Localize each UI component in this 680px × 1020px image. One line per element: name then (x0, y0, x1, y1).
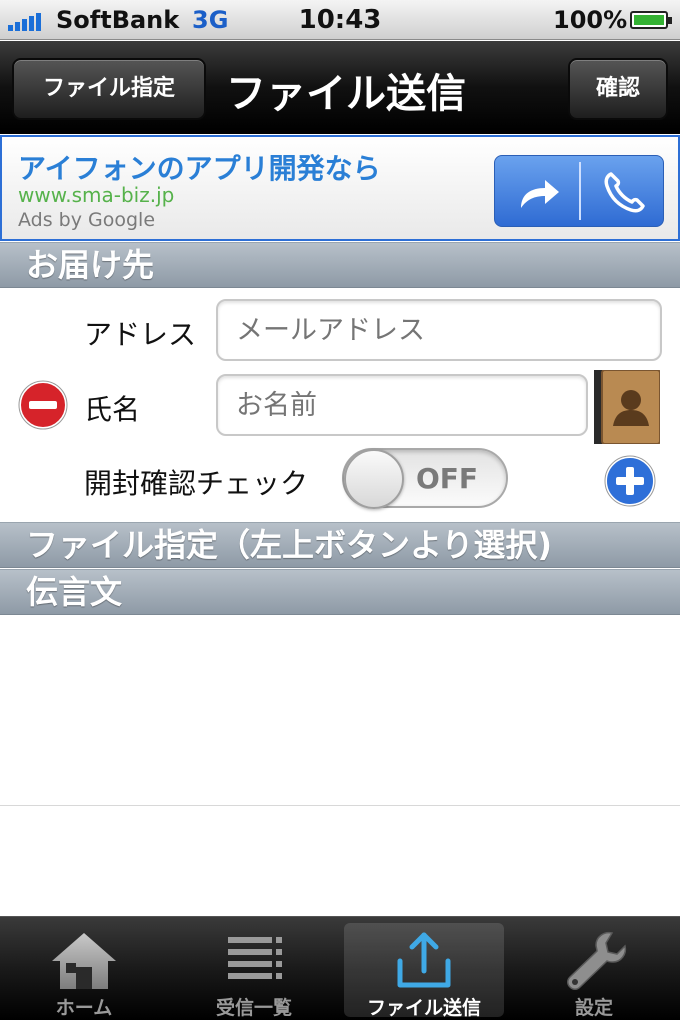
file-select-button[interactable]: ファイル指定 (12, 58, 206, 120)
upload-icon (384, 927, 464, 991)
page-title: ファイル送信 (226, 71, 466, 117)
name-label: 氏名 (84, 393, 141, 426)
tab-inbox-label: 受信一覧 (215, 997, 292, 1019)
message-textarea[interactable] (0, 616, 680, 806)
ad-url[interactable]: www.sma-biz.jp (18, 183, 174, 207)
tab-settings[interactable]: 設定 (514, 923, 674, 1019)
tab-home[interactable]: ホーム (4, 923, 164, 1019)
address-label: アドレス (84, 318, 197, 351)
ad-banner[interactable]: アイフォンのアプリ開発なら www.sma-biz.jp Ads by Goog… (0, 135, 680, 241)
status-bar: SoftBank 3G 10:43 100% (0, 0, 680, 40)
phone-icon[interactable] (583, 164, 663, 220)
name-field[interactable] (216, 374, 588, 436)
tab-inbox[interactable]: 受信一覧 (174, 923, 334, 1019)
ad-attribution: Ads by Google (18, 209, 156, 231)
tab-send-file[interactable]: ファイル送信 (344, 923, 504, 1019)
ad-title[interactable]: アイフォンのアプリ開発なら (18, 147, 381, 187)
tab-bar: ホーム 受信一覧 ファイル送信 設定 (0, 916, 680, 1020)
navigation-bar: ファイル指定 ファイル送信 確認 (0, 41, 680, 134)
toggle-state: OFF (416, 462, 479, 495)
list-icon (214, 927, 294, 991)
section-recipient: お届け先 (0, 242, 680, 288)
ad-actions (494, 155, 664, 227)
tab-home-label: ホーム (55, 997, 113, 1019)
home-icon (44, 927, 124, 991)
add-icon[interactable] (604, 455, 656, 507)
toggle-knob (344, 449, 404, 509)
section-file: ファイル指定（左上ボタンより選択) (0, 522, 680, 568)
share-arrow-icon[interactable] (499, 164, 579, 220)
wrench-icon (554, 927, 634, 991)
address-book-icon[interactable] (594, 369, 661, 445)
battery-percent: 100% (553, 6, 628, 34)
delete-icon[interactable] (18, 380, 68, 430)
confirm-button[interactable]: 確認 (568, 58, 668, 120)
battery-icon (630, 11, 672, 29)
email-field[interactable] (216, 299, 662, 361)
section-message: 伝言文 (0, 569, 680, 615)
read-check-label: 開封確認チェック (84, 467, 309, 500)
tab-settings-label: 設定 (574, 997, 613, 1019)
tab-send-file-label: ファイル送信 (366, 997, 481, 1019)
read-check-toggle[interactable]: OFF (342, 448, 508, 509)
